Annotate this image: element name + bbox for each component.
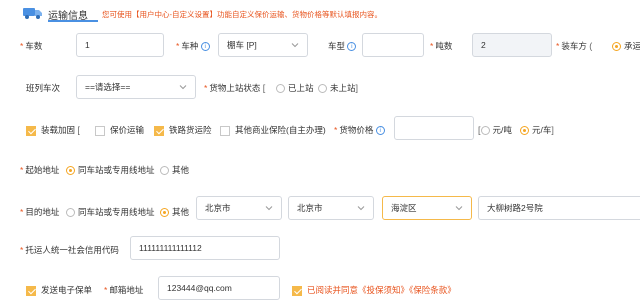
origin-address-label: * 起始地址: [20, 165, 60, 175]
agree-terms-checkbox[interactable]: 已阅读并同意《投保须知》《保险条款》: [292, 284, 456, 296]
destination-address-label: * 目的地址: [20, 207, 60, 217]
truck-icon: [23, 8, 42, 19]
off-station-radio[interactable]: 未上站]: [318, 82, 358, 94]
car-count-label: * 车数: [20, 41, 43, 51]
credit-code-label: * 托运人统一社会信用代码: [20, 245, 119, 255]
origin-other-radio[interactable]: 其他: [160, 164, 189, 176]
train-number-select[interactable]: ==请选择==: [76, 75, 196, 99]
email-input[interactable]: 123444@qq.com: [158, 276, 280, 300]
car-model-input[interactable]: [362, 33, 424, 57]
tonnage-input[interactable]: 2: [472, 33, 552, 57]
info-icon[interactable]: i: [347, 42, 357, 52]
per-car-radio[interactable]: 元/车]: [520, 124, 554, 136]
district-value: 海淀区: [391, 203, 417, 213]
dest-other-radio[interactable]: 其他: [160, 206, 189, 218]
loading-party-carrier-radio[interactable]: 承运人: [612, 40, 640, 52]
reinforce-checkbox[interactable]: 装载加固 [: [26, 124, 80, 136]
chevron-down-icon: [291, 43, 299, 48]
city-select[interactable]: 北京市: [288, 196, 374, 220]
street-address-input[interactable]: 大柳树路2号院: [478, 196, 640, 220]
car-kind-select[interactable]: 棚车 [P]: [218, 33, 308, 57]
car-kind-value: 棚车 [P]: [227, 40, 257, 50]
send-e-policy-checkbox[interactable]: 发送电子保单: [26, 284, 92, 296]
chevron-down-icon: [357, 206, 365, 211]
cargo-price-label: * 货物价格 i: [334, 124, 385, 136]
city-value: 北京市: [297, 203, 323, 213]
dest-same-station-radio[interactable]: 同车站或专用线地址: [66, 206, 155, 218]
info-icon[interactable]: i: [200, 42, 210, 52]
province-value: 北京市: [205, 203, 231, 213]
car-kind-label: * 车种 i: [176, 40, 210, 52]
tonnage-label: * 吨数: [430, 41, 453, 51]
cargo-station-status-label: * 货物上站状态 [: [204, 83, 266, 93]
chevron-down-icon: [455, 206, 463, 211]
cargo-price-input[interactable]: [394, 116, 474, 140]
chevron-down-icon: [179, 85, 187, 90]
origin-same-station-radio[interactable]: 同车站或专用线地址: [66, 164, 155, 176]
car-count-input[interactable]: 1: [76, 33, 164, 57]
rail-cargo-insurance-checkbox[interactable]: 铁路货运险: [154, 124, 212, 136]
custom-settings-note: 您可使用【用户中心-自定义设置】功能自定义保价运输、货物价格等默认填报内容。: [102, 10, 382, 19]
chevron-down-icon: [265, 206, 273, 211]
credit-code-input[interactable]: 111111111111112: [130, 236, 280, 260]
title-underline: [48, 20, 98, 22]
other-insurance-checkbox[interactable]: 其他商业保险(自主办理): [220, 124, 326, 136]
car-model-label: 车型 i: [328, 40, 357, 52]
insurance-notice-link[interactable]: 《投保须知》: [358, 285, 409, 295]
loading-party-label: * 装车方 (: [556, 41, 593, 51]
on-station-radio[interactable]: 已上站: [276, 82, 314, 94]
district-select[interactable]: 海淀区: [382, 196, 472, 220]
province-select[interactable]: 北京市: [196, 196, 282, 220]
train-number-value: ==请选择==: [85, 82, 131, 92]
insured-transport-checkbox[interactable]: 保价运输: [95, 124, 144, 136]
insurance-terms-link[interactable]: 《保险条款》: [409, 285, 456, 295]
email-label: * 邮箱地址: [104, 285, 144, 295]
info-icon[interactable]: i: [375, 126, 385, 136]
train-number-label: 班列车次: [26, 83, 61, 93]
per-ton-radio[interactable]: [元/吨: [478, 124, 512, 136]
